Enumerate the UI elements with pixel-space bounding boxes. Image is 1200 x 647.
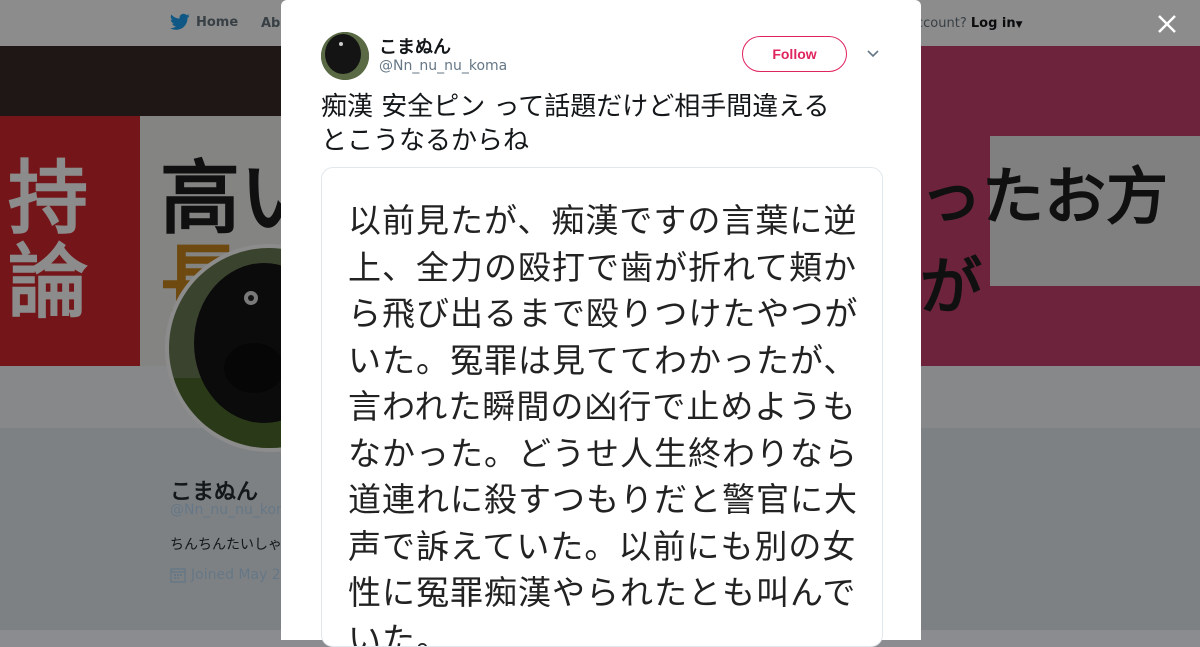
profile-bio: ちんちんたいしゃ [170,534,282,554]
media-text-line: 道連れに殺すつもりだと警官に大 [348,477,868,524]
calendar-icon [170,567,186,583]
tweet-media-image[interactable]: 以前見たが、痴漢ですの言葉に逆 上、全力の殴打で歯が折れて頬か ら飛び出るまで殴… [321,167,883,647]
profile-joined: Joined May 20 [170,567,290,583]
tweet-author-avatar[interactable] [321,32,369,80]
media-text-line: いた。 [348,617,868,647]
media-text-line: 性に冤罪痴漢やられたとも叫んで [348,570,868,617]
tweet-text-line: 痴漢 安全ピン って話題だけど相手間違える [321,90,891,124]
close-icon[interactable] [1155,12,1179,36]
joined-label: Joined May 20 [191,567,290,583]
tweet-modal: こまぬん @Nn_nu_nu_koma Follow 痴漢 安全ピン って話題だ… [281,0,921,640]
media-text-line: 言われた瞬間の凶行で止めようも [348,384,868,431]
media-text-line: 以前見たが、痴漢ですの言葉に逆 [348,198,868,245]
follow-button[interactable]: Follow [742,36,847,72]
media-text-line: 声で訴えていた。以前にも別の女 [348,524,868,571]
media-text-line: なかった。どうせ人生終わりなら [348,431,868,478]
tweet-text: 痴漢 安全ピン って話題だけど相手間違える とこうなるからね [321,90,891,158]
media-text-line: いた。冤罪は見ててわかったが、 [348,338,868,385]
tweet-author-name[interactable]: こまぬん [379,33,451,59]
media-text-line: ら飛び出るまで殴りつけたやつが [348,291,868,338]
dog-avatar-small [321,32,369,80]
chevron-down-icon[interactable] [865,46,881,62]
media-text-line: 上、全力の殴打で歯が折れて頬か [348,245,868,292]
profile-handle: @Nn_nu_nu_kom [170,502,290,518]
tweet-author-handle[interactable]: @Nn_nu_nu_koma [379,58,507,74]
media-text-block: 以前見たが、痴漢ですの言葉に逆 上、全力の殴打で歯が折れて頬か ら飛び出るまで殴… [348,198,868,647]
tweet-text-line: とこうなるからね [321,124,891,158]
